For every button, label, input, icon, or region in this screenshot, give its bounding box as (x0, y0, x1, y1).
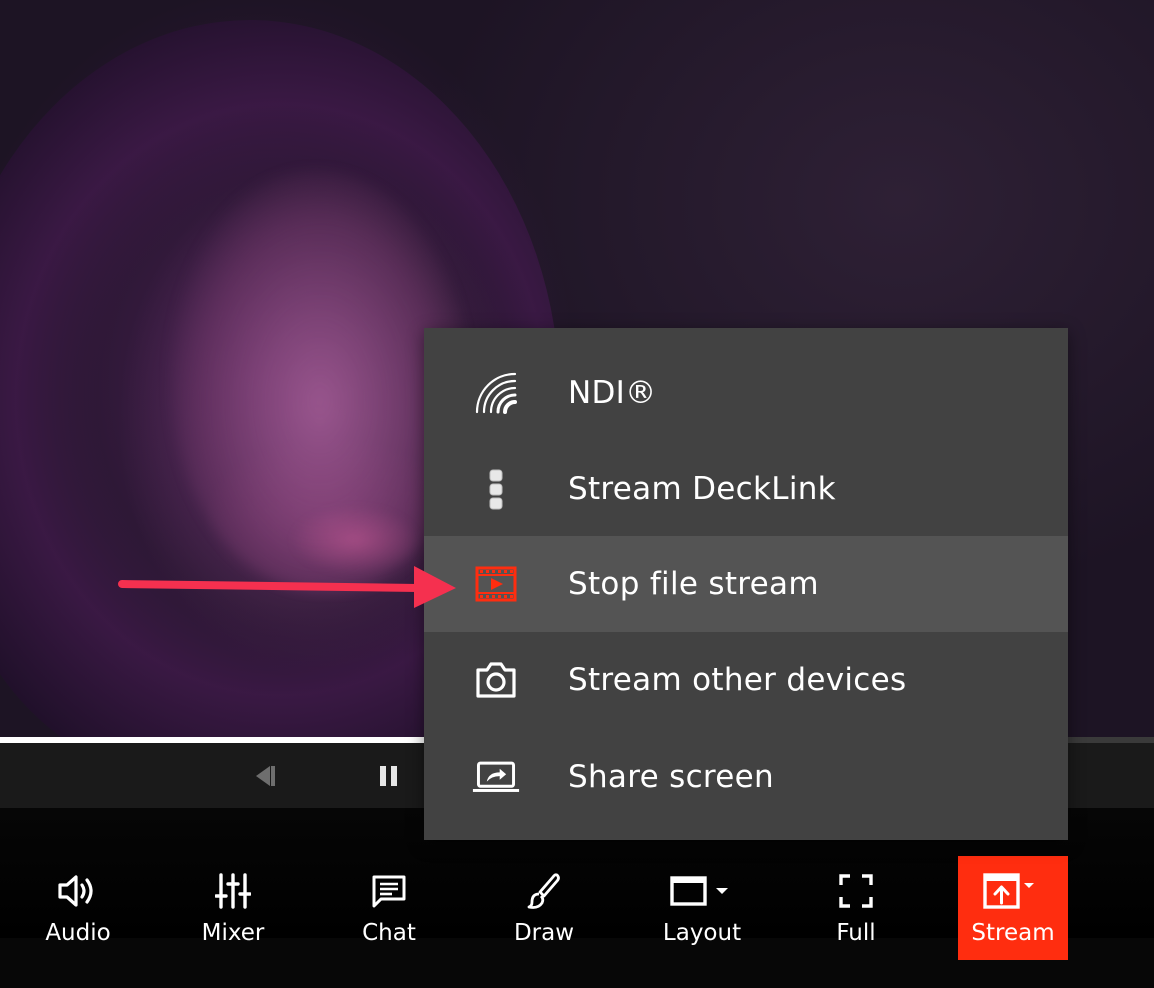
toolbar-stream-button[interactable]: Stream (958, 856, 1068, 960)
stream-upload-icon (982, 868, 1044, 914)
film-play-icon (472, 560, 520, 608)
chevron-down-icon (1024, 883, 1034, 888)
step-back-icon (256, 766, 275, 786)
speaker-icon (56, 868, 100, 914)
toolbar-audio-button[interactable]: Audio (23, 856, 133, 960)
toolbar-audio-label: Audio (45, 920, 111, 946)
fullscreen-icon (838, 868, 874, 914)
menu-item-stop-file-stream[interactable]: Stop file stream (424, 536, 1068, 632)
camera-icon (472, 656, 520, 704)
pause-icon (380, 766, 397, 786)
menu-item-stream-other-devices-label: Stream other devices (568, 662, 907, 698)
previous-frame-button[interactable] (248, 761, 278, 791)
toolbar-stream-label: Stream (971, 920, 1055, 946)
menu-item-share-screen-label: Share screen (568, 759, 774, 795)
toolbar-chat-label: Chat (362, 920, 416, 946)
annotation-arrow (118, 566, 456, 608)
pause-button[interactable] (374, 761, 404, 791)
share-screen-icon (472, 753, 520, 801)
stream-dropdown-menu: NDI® Stream DeckLink Stop file stream St… (424, 328, 1068, 840)
menu-item-stream-decklink-label: Stream DeckLink (568, 471, 836, 507)
toolbar-chat-button[interactable]: Chat (334, 856, 444, 960)
menu-item-ndi-label: NDI® (568, 375, 657, 411)
decklink-icon (472, 465, 520, 513)
toolbar-full-button[interactable]: Full (801, 856, 911, 960)
menu-item-stream-other-devices[interactable]: Stream other devices (424, 632, 1068, 728)
chat-icon (371, 868, 407, 914)
toolbar-mixer-button[interactable]: Mixer (178, 856, 288, 960)
toolbar-full-label: Full (836, 920, 876, 946)
menu-item-stream-decklink[interactable]: Stream DeckLink (424, 441, 1068, 537)
mixer-sliders-icon (215, 868, 251, 914)
toolbar-draw-button[interactable]: Draw (489, 856, 599, 960)
menu-item-share-screen[interactable]: Share screen (424, 729, 1068, 825)
menu-item-ndi[interactable]: NDI® (424, 345, 1068, 441)
ndi-signal-icon (472, 369, 520, 417)
toolbar-draw-label: Draw (513, 920, 575, 946)
brush-icon (526, 868, 562, 914)
chevron-down-icon (716, 888, 728, 894)
toolbar-mixer-label: Mixer (201, 920, 265, 946)
layout-window-icon (669, 868, 735, 914)
toolbar-layout-button[interactable]: Layout (647, 856, 757, 960)
menu-item-stop-file-stream-label: Stop file stream (568, 566, 819, 602)
toolbar-layout-label: Layout (662, 920, 742, 946)
